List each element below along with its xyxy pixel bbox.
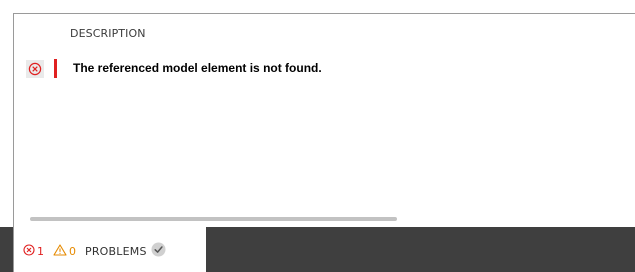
warning-triangle-icon (53, 243, 67, 259)
error-circle-x-icon (23, 243, 35, 259)
warning-count-value: 0 (69, 244, 76, 258)
error-count[interactable]: 1 (23, 243, 44, 259)
problems-panel: DESCRIPTION The referenced model element… (13, 13, 635, 227)
error-count-value: 1 (37, 244, 44, 258)
problems-tab-label: PROBLEMS (85, 244, 147, 258)
horizontal-scrollbar[interactable] (30, 217, 397, 221)
problems-tab[interactable]: 1 0 PROBLEMS (13, 227, 206, 272)
description-column-header[interactable]: DESCRIPTION (70, 27, 146, 40)
error-severity-bar (54, 59, 57, 78)
warning-count[interactable]: 0 (53, 243, 76, 259)
check-circle-icon (151, 242, 166, 261)
problem-description: The referenced model element is not foun… (73, 61, 322, 75)
problem-row[interactable]: The referenced model element is not foun… (26, 58, 626, 80)
error-circle-x-icon (26, 60, 44, 78)
